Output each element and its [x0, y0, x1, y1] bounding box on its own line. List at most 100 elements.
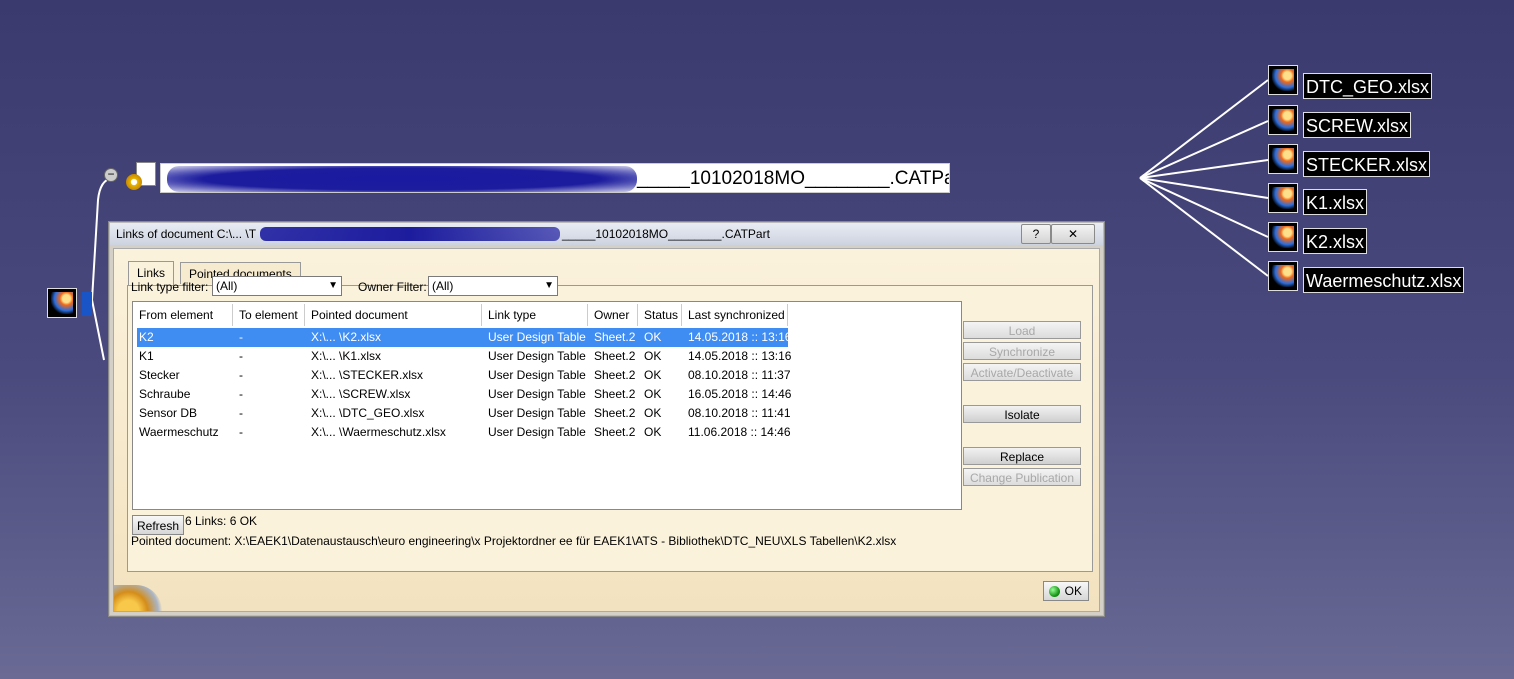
xls-file-icon[interactable] [1268, 261, 1298, 291]
xls-file-icon[interactable] [1268, 65, 1298, 95]
cell-type: User Design Table [488, 406, 586, 420]
chevron-down-icon: ▼ [544, 280, 554, 291]
activate-deactivate-button[interactable]: Activate/Deactivate [963, 363, 1081, 381]
table-row[interactable]: Stecker - X:\... \STECKER.xlsx User Desi… [137, 366, 791, 385]
cell-from: Schraube [139, 387, 191, 401]
cell-to: - [239, 349, 243, 363]
collapse-toggle-icon[interactable]: − [104, 168, 118, 182]
cell-from: Stecker [139, 368, 180, 382]
cell-type: User Design Table [488, 330, 586, 344]
cell-to: - [239, 387, 243, 401]
cell-to: - [239, 406, 243, 420]
cell-doc: X:\... \STECKER.xlsx [311, 368, 424, 382]
cell-type: User Design Table [488, 349, 586, 363]
ok-label: OK [1064, 584, 1082, 598]
part-filename-suffix: _____10102018MO________.CATPart [637, 168, 950, 189]
links-tab-panel: Link type filter: (All) ▼ Owner Filter: … [127, 276, 1093, 572]
owner-filter-label: Owner Filter: [358, 280, 427, 294]
xls-file-icon[interactable] [1268, 144, 1298, 174]
links-dialog: Links of document C:\... \T _____1010201… [108, 221, 1105, 617]
cell-status: OK [644, 368, 662, 382]
cell-from: K1 [139, 349, 154, 363]
ok-status-icon [1049, 586, 1060, 597]
links-list[interactable]: From element To element Pointed document… [132, 301, 962, 510]
cell-from: K2 [139, 330, 154, 344]
column-header[interactable]: Pointed document [305, 304, 482, 326]
cell-type: User Design Table [488, 368, 586, 382]
link-type-filter-value: (All) [216, 279, 238, 293]
cell-doc: X:\... \K1.xlsx [311, 349, 382, 363]
linked-file-label[interactable]: K2.xlsx [1303, 228, 1368, 254]
linked-file-label[interactable]: SCREW.xlsx [1303, 112, 1412, 138]
cell-to: - [239, 368, 243, 382]
cell-type: User Design Table [488, 425, 586, 439]
cell-doc: X:\... \SCREW.xlsx [311, 387, 411, 401]
column-header[interactable]: Owner [588, 304, 638, 326]
redacted-region [260, 227, 560, 241]
cell-owner: Sheet.2 [594, 406, 636, 420]
ok-button[interactable]: OK [1043, 581, 1089, 601]
column-header[interactable]: From element [133, 304, 233, 326]
link-type-filter-select[interactable]: (All) ▼ [212, 276, 342, 296]
cell-owner: Sheet.2 [594, 330, 636, 344]
table-row[interactable]: Waermeschutz - X:\... \Waermeschutz.xlsx… [137, 423, 791, 442]
dialog-client: Links Pointed documents Link type filter… [113, 248, 1100, 612]
xls-file-icon[interactable] [1268, 105, 1298, 135]
cell-owner: Sheet.2 [594, 368, 636, 382]
table-row[interactable]: Schraube - X:\... \SCREW.xlsx User Desig… [137, 385, 792, 404]
load-button[interactable]: Load [963, 321, 1081, 339]
cell-doc: X:\... \Waermeschutz.xlsx [311, 425, 446, 439]
cell-to: - [239, 425, 243, 439]
cell-owner: Sheet.2 [594, 349, 636, 363]
chevron-down-icon: ▼ [328, 280, 338, 291]
dialog-titlebar[interactable]: Links of document C:\... \T _____1010201… [110, 223, 1103, 245]
column-header[interactable]: To element [233, 304, 305, 326]
dialog-title-prefix: Links of document C:\... \T [116, 227, 257, 241]
replace-button[interactable]: Replace [963, 447, 1081, 465]
links-summary: 6 Links: 6 OK [185, 514, 258, 528]
cell-to: - [239, 330, 243, 344]
cell-sync: 16.05.2018 :: 14:46 [688, 387, 792, 401]
part-node-label[interactable]: _____10102018MO________.CATPart [160, 163, 950, 193]
column-header[interactable]: Status [638, 304, 682, 326]
cell-owner: Sheet.2 [594, 387, 636, 401]
catia-logo-icon [114, 585, 162, 611]
change-publication-button[interactable]: Change Publication [963, 468, 1081, 486]
link-type-filter-label: Link type filter: [131, 280, 209, 294]
linked-file-label[interactable]: DTC_GEO.xlsx [1303, 73, 1433, 99]
design-table-icon[interactable] [47, 288, 77, 318]
column-header[interactable]: Link type [482, 304, 588, 326]
cell-status: OK [644, 349, 662, 363]
isolate-button[interactable]: Isolate [963, 405, 1081, 423]
linked-file-label[interactable]: K1.xlsx [1303, 189, 1368, 215]
cell-sync: 14.05.2018 :: 13:16 [688, 330, 792, 344]
cell-status: OK [644, 330, 662, 344]
node-label-fragment [82, 292, 92, 316]
dialog-title-suffix: _____10102018MO________.CATPart [562, 227, 770, 241]
cell-status: OK [644, 387, 662, 401]
synchronize-button[interactable]: Synchronize [963, 342, 1081, 360]
linked-file-label[interactable]: Waermeschutz.xlsx [1303, 267, 1465, 293]
table-row[interactable]: Sensor DB - X:\... \DTC_GEO.xlsx User De… [137, 404, 791, 423]
cell-sync: 14.05.2018 :: 13:16 [688, 349, 792, 363]
cell-doc: X:\... \K2.xlsx [311, 330, 382, 344]
redacted-region [167, 166, 637, 192]
xls-file-icon[interactable] [1268, 222, 1298, 252]
help-button[interactable]: ? [1021, 224, 1051, 244]
cell-status: OK [644, 425, 662, 439]
cell-sync: 11.06.2018 :: 14:46 [688, 425, 791, 439]
table-row[interactable]: K2 - X:\... \K2.xlsx User Design Table S… [137, 328, 792, 347]
cell-type: User Design Table [488, 387, 586, 401]
xls-file-icon[interactable] [1268, 183, 1298, 213]
cell-sync: 08.10.2018 :: 11:37 [688, 368, 791, 382]
linked-file-label[interactable]: STECKER.xlsx [1303, 151, 1431, 177]
cell-status: OK [644, 406, 662, 420]
cell-doc: X:\... \DTC_GEO.xlsx [311, 406, 425, 420]
owner-filter-select[interactable]: (All) ▼ [428, 276, 558, 296]
refresh-button[interactable]: Refresh [132, 515, 184, 535]
cell-from: Waermeschutz [139, 425, 219, 439]
cell-sync: 08.10.2018 :: 11:41 [688, 406, 791, 420]
close-button[interactable]: ✕ [1051, 224, 1095, 244]
table-row[interactable]: K1 - X:\... \K1.xlsx User Design Table S… [137, 347, 792, 366]
column-header[interactable]: Last synchronized [682, 304, 788, 326]
